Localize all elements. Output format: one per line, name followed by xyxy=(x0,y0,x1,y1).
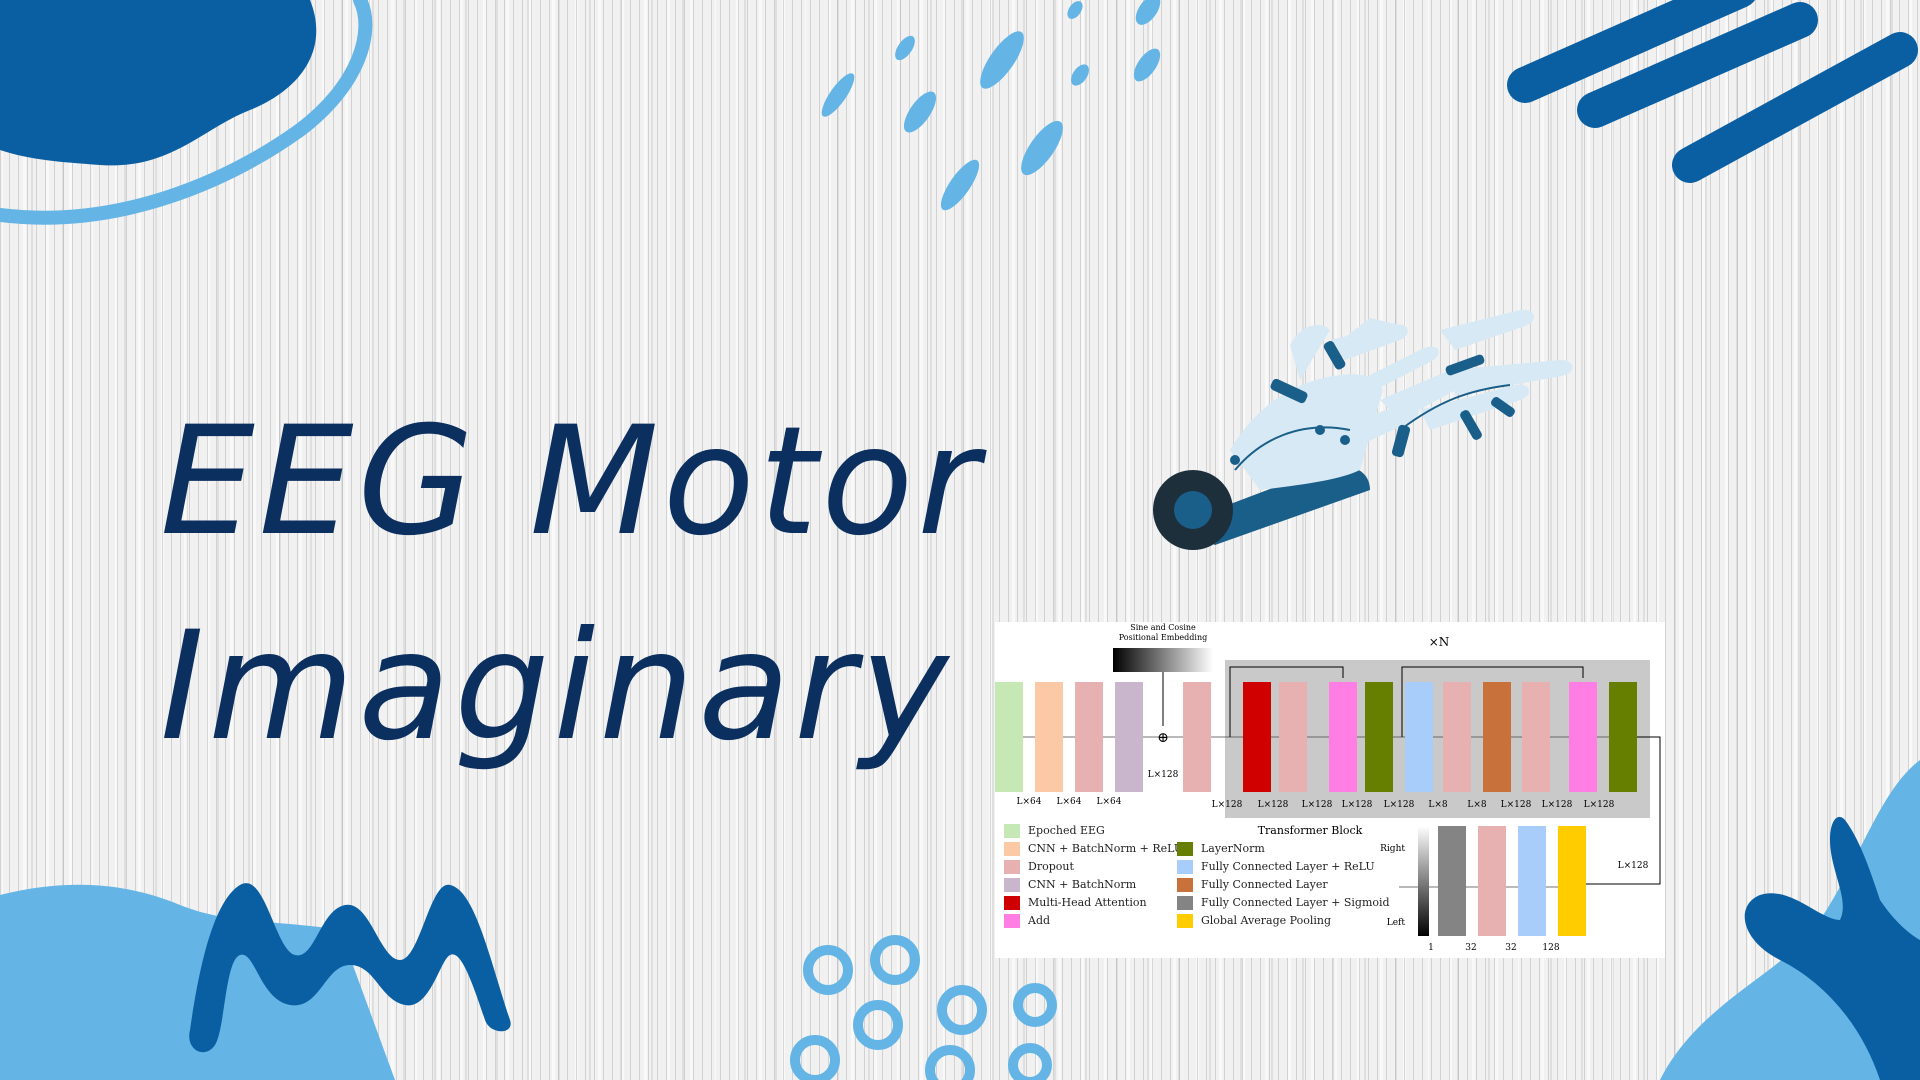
block-fc xyxy=(1483,682,1511,792)
pos-embedding-label-1: Sine and Cosine xyxy=(1130,623,1196,632)
block-dropout-4 xyxy=(1443,682,1471,792)
block-dropout-1 xyxy=(1075,682,1103,792)
legend-label: Fully Connected Layer + Sigmoid xyxy=(1201,896,1390,909)
legend-label: Global Average Pooling xyxy=(1201,914,1331,927)
legend-label: Dropout xyxy=(1028,860,1074,873)
dim-label: L×128 xyxy=(1501,800,1532,810)
bottom-circles xyxy=(790,935,1057,1080)
dim-label: L×128 xyxy=(1212,800,1243,810)
legend-item: Multi-Head Attention xyxy=(1004,896,1147,910)
top-left-blob xyxy=(0,0,317,166)
legend-label: Fully Connected Layer xyxy=(1201,878,1328,891)
legend-swatch xyxy=(1004,896,1020,910)
positional-embedding-block xyxy=(1113,648,1213,672)
legend-item: Add xyxy=(1004,914,1050,928)
dim-label: L×128 xyxy=(1302,800,1333,810)
pos-embedding-label-2: Positional Embedding xyxy=(1119,633,1208,642)
output-probability-bar xyxy=(1418,826,1429,936)
legend-item: LayerNorm xyxy=(1177,842,1265,856)
legend-label: CNN + BatchNorm + ReLU xyxy=(1028,842,1184,855)
block-add-1 xyxy=(1329,682,1357,792)
legend-item: Epoched EEG xyxy=(1004,824,1105,838)
legend-swatch xyxy=(1177,860,1193,874)
dim-label: 128 xyxy=(1542,943,1559,953)
dim-label: 1 xyxy=(1428,943,1434,953)
dim-label: L×128 xyxy=(1384,800,1415,810)
block-cnn-bn-relu xyxy=(1035,682,1063,792)
dim-label: L×128 xyxy=(1342,800,1373,810)
transformer-block-label: Transformer Block xyxy=(1258,824,1363,837)
block-dropout-5 xyxy=(1522,682,1550,792)
head-input-label: L×128 xyxy=(1618,861,1649,871)
legend-swatch xyxy=(1004,878,1020,892)
right-label: Right xyxy=(1380,844,1405,854)
block-gap xyxy=(1558,826,1586,936)
title-line-2: Imaginary xyxy=(160,600,953,774)
page-title: EEG Motor Imaginary xyxy=(160,380,983,790)
rain-drops xyxy=(821,0,1161,211)
dim-label: L×64 xyxy=(1057,797,1082,807)
legend-label: Epoched EEG xyxy=(1028,824,1105,837)
robotic-hand-illustration xyxy=(1153,309,1573,550)
legend-swatch xyxy=(1177,878,1193,892)
legend-swatch xyxy=(1177,914,1193,928)
add-symbol: ⊕ xyxy=(1157,730,1169,746)
block-fc-relu-2 xyxy=(1518,826,1546,936)
block-epoched-eeg xyxy=(995,682,1023,792)
repeat-label: ×N xyxy=(1429,635,1450,649)
legend-item: Fully Connected Layer xyxy=(1177,878,1328,892)
left-label: Left xyxy=(1387,918,1406,928)
legend-label: LayerNorm xyxy=(1201,842,1265,855)
legend-swatch xyxy=(1004,860,1020,874)
architecture-diagram: ×N Sine and Cosine Positional Embedding … xyxy=(995,622,1665,958)
legend-item: CNN + BatchNorm xyxy=(1004,878,1136,892)
dim-label: L×128 xyxy=(1542,800,1573,810)
block-dropout-3 xyxy=(1279,682,1307,792)
legend-swatch xyxy=(1004,914,1020,928)
legend-label: Add xyxy=(1028,914,1051,927)
legend-label: Fully Connected Layer + ReLU xyxy=(1201,860,1375,873)
block-layernorm-1 xyxy=(1365,682,1393,792)
dim-label: L×8 xyxy=(1467,800,1487,810)
top-right-strokes xyxy=(1507,0,1918,183)
dim-label: L×8 xyxy=(1428,800,1448,810)
legend-swatch xyxy=(1004,824,1020,838)
dim-label: 32 xyxy=(1465,943,1476,953)
dim-label: L×128 xyxy=(1258,800,1289,810)
dim-label: L×64 xyxy=(1097,797,1122,807)
block-dropout-2 xyxy=(1183,682,1211,792)
legend-item: Dropout xyxy=(1004,860,1074,874)
legend-swatch xyxy=(1177,896,1193,910)
title-line-1: EEG Motor xyxy=(160,395,983,569)
legend-label: CNN + BatchNorm xyxy=(1028,878,1137,891)
block-cnn-bn xyxy=(1115,682,1143,792)
dim-label: L×128 xyxy=(1584,800,1615,810)
block-layernorm-2 xyxy=(1609,682,1637,792)
legend-swatch xyxy=(1177,842,1193,856)
dim-label: L×64 xyxy=(1017,797,1042,807)
dim-label: 32 xyxy=(1505,943,1516,953)
legend-item: Global Average Pooling xyxy=(1177,914,1331,928)
block-dropout-6 xyxy=(1478,826,1506,936)
legend-swatch xyxy=(1004,842,1020,856)
legend-item: CNN + BatchNorm + ReLU xyxy=(1004,842,1183,856)
block-fc-sigmoid xyxy=(1438,826,1466,936)
block-mha xyxy=(1243,682,1271,792)
legend-item: Fully Connected Layer + Sigmoid xyxy=(1177,896,1390,910)
block-fc-relu xyxy=(1405,682,1433,792)
legend-item: Fully Connected Layer + ReLU xyxy=(1177,860,1375,874)
legend-label: Multi-Head Attention xyxy=(1028,896,1147,909)
block-add-2 xyxy=(1569,682,1597,792)
l128-after-add: L×128 xyxy=(1148,770,1179,780)
